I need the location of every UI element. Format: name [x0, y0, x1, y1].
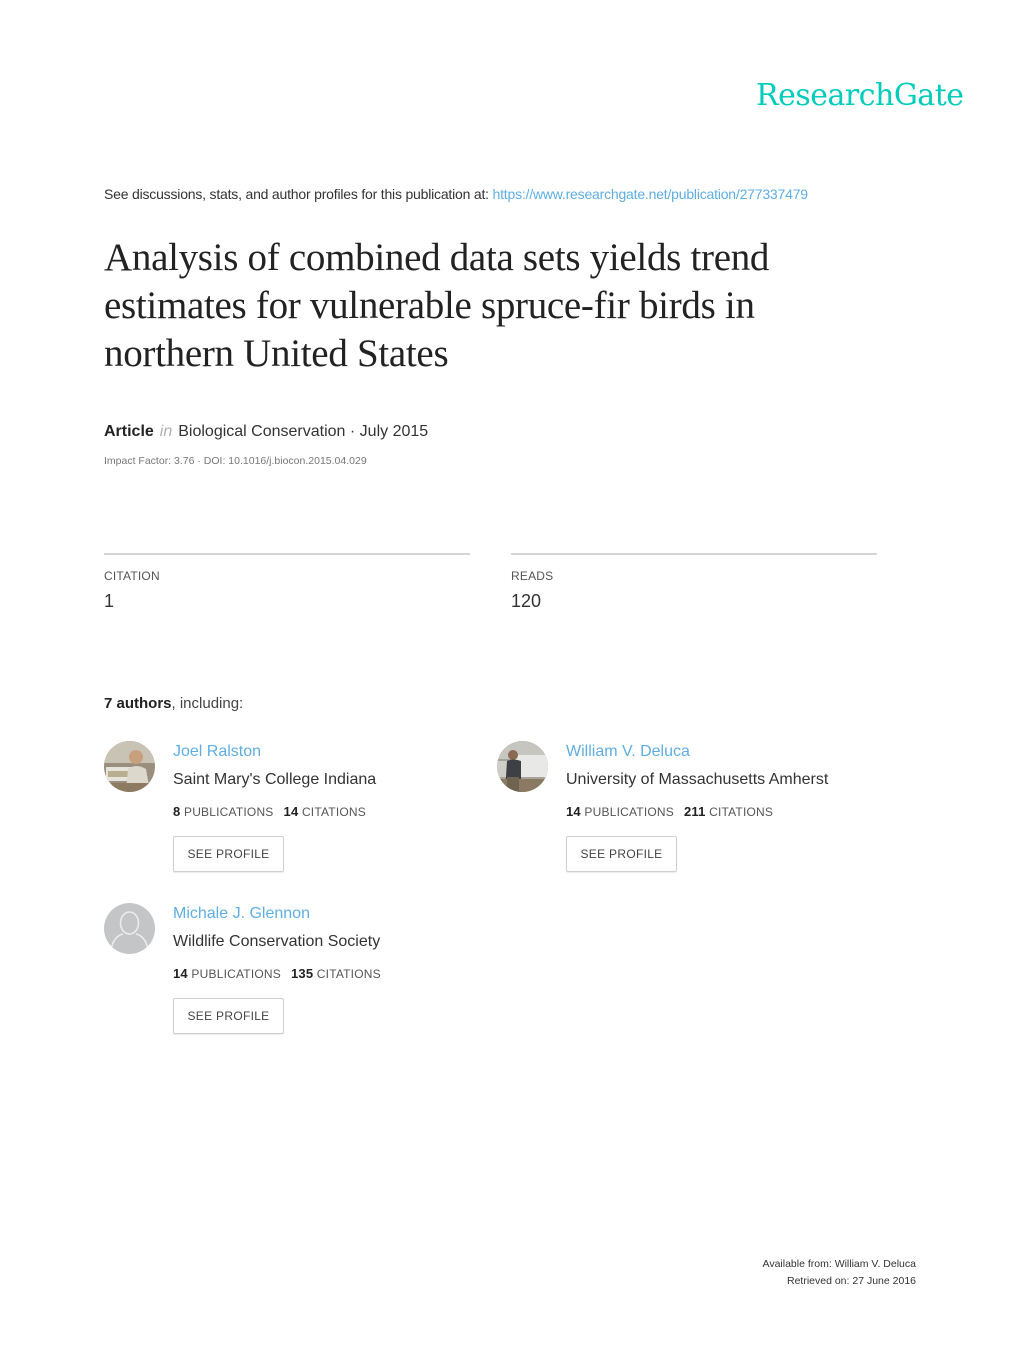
- see-profile-button[interactable]: SEE PROFILE: [173, 836, 284, 872]
- publication-title: Analysis of combined data sets yields tr…: [104, 236, 770, 375]
- author-name[interactable]: Joel Ralston: [173, 743, 261, 761]
- author-institution: Wildlife Conservation Society: [173, 933, 381, 950]
- publication-meta: Article in Biological Conservation · July …: [104, 423, 428, 441]
- citations-label: CITATIONS: [709, 805, 774, 819]
- citations-label: CITATIONS: [316, 967, 381, 981]
- see-profile-button[interactable]: SEE PROFILE: [566, 836, 677, 872]
- journal-date: Biological Conservation · July 2015: [178, 423, 429, 440]
- publications-label: PUBLICATIONS: [584, 805, 674, 819]
- authors-count: 7 authors: [104, 695, 172, 712]
- publications-label: PUBLICATIONS: [191, 967, 281, 981]
- citations-count: 135: [290, 966, 314, 981]
- avatar[interactable]: [104, 903, 155, 954]
- author-card: Michale J. Glennon Wildlife Conservation…: [104, 903, 484, 1043]
- author-counts: 8 PUBLICATIONS 14 CITATIONS: [173, 804, 366, 819]
- footer: Available from: William V. Deluca Retrie…: [763, 1256, 916, 1290]
- divider: [511, 553, 877, 555]
- publications-count: 14: [566, 804, 581, 819]
- author-photo-icon: [104, 741, 155, 792]
- author-counts: 14 PUBLICATIONS 135 CITATIONS: [173, 966, 381, 981]
- author-photo-icon: [497, 741, 548, 792]
- citation-stat: CITATION 1: [104, 553, 470, 612]
- author-card: Joel Ralston Saint Mary's College Indian…: [104, 741, 484, 881]
- available-from: Available from: William V. Deluca: [762, 1258, 916, 1270]
- authors-suffix: , including:: [171, 695, 244, 712]
- avatar[interactable]: [104, 741, 155, 792]
- publications-count: 8: [173, 804, 181, 819]
- reads-stat: READS 120: [511, 553, 877, 612]
- publications-label: PUBLICATIONS: [183, 805, 274, 819]
- citations-count: 14: [283, 804, 299, 819]
- researchgate-logo[interactable]: ResearchGate: [756, 78, 964, 113]
- citations-count: 211: [683, 804, 706, 819]
- stat-value: 1: [104, 591, 115, 611]
- author-institution: Saint Mary's College Indiana: [173, 771, 377, 788]
- in-word: in: [159, 423, 173, 440]
- default-user-icon: [104, 903, 155, 954]
- publications-count: 14: [173, 966, 188, 981]
- divider: [104, 553, 470, 555]
- stat-label: READS: [511, 569, 554, 583]
- citations-label: CITATIONS: [301, 805, 366, 819]
- author-institution: University of Massachusetts Amherst: [566, 771, 829, 788]
- intro-line: See discussions, stats, and author profi…: [104, 186, 808, 202]
- avatar[interactable]: [497, 741, 548, 792]
- impact-doi: Impact Factor: 3.76 · DOI: 10.1016/j.bio…: [104, 455, 367, 467]
- author-name[interactable]: William V. Deluca: [566, 743, 690, 761]
- stat-value: 120: [511, 591, 542, 611]
- retrieved-on: Retrieved on: 27 June 2016: [786, 1275, 916, 1287]
- authors-heading: 7 authors, including:: [104, 695, 243, 712]
- author-name[interactable]: Michale J. Glennon: [173, 905, 310, 923]
- publication-link[interactable]: https://www.researchgate.net/publication…: [493, 186, 809, 202]
- author-counts: 14 PUBLICATIONS 211 CITATIONS: [566, 804, 773, 819]
- stat-label: CITATION: [104, 569, 160, 583]
- intro-text: See discussions, stats, and author profi…: [104, 186, 493, 202]
- see-profile-button[interactable]: SEE PROFILE: [173, 998, 284, 1034]
- author-card: William V. Deluca University of Massachu…: [497, 741, 877, 881]
- publication-type: Article: [104, 423, 154, 440]
